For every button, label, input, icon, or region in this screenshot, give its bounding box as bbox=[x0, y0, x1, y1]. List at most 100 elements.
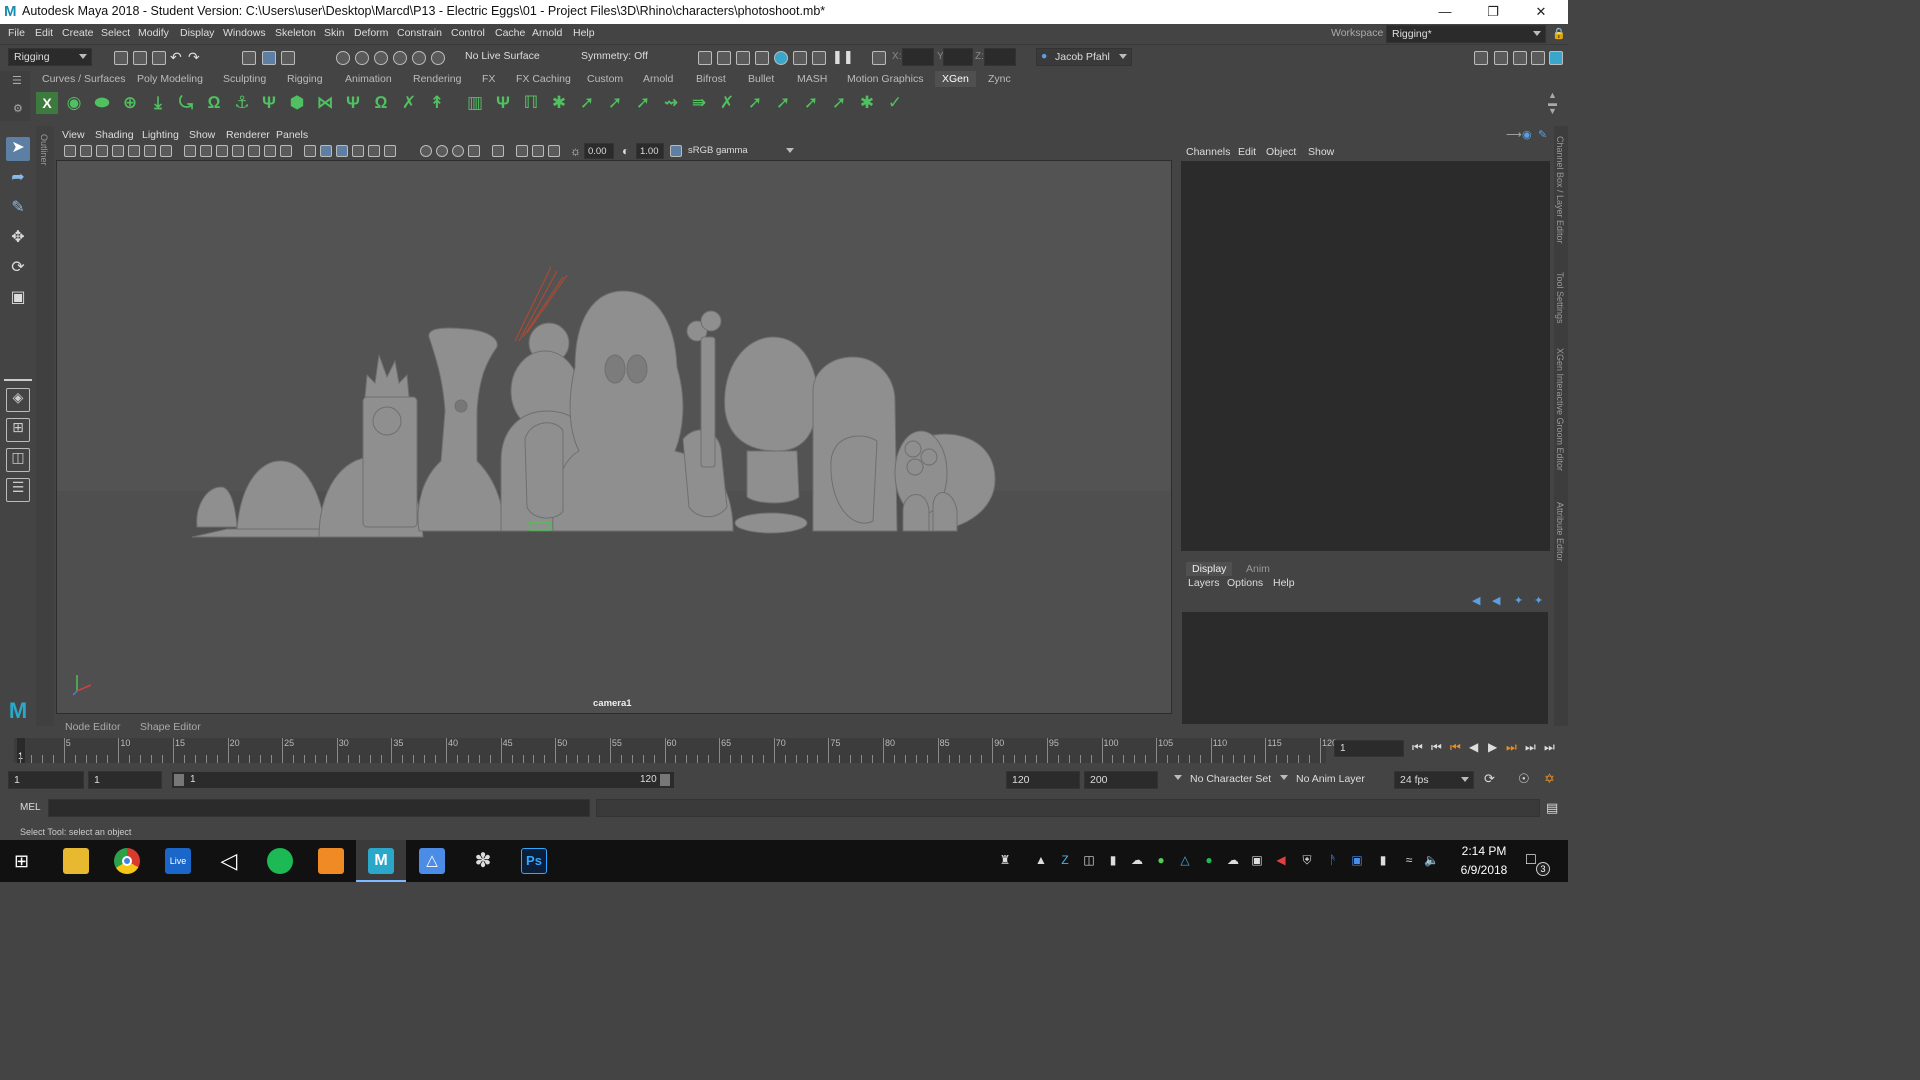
blender-icon[interactable] bbox=[318, 848, 344, 874]
channel-box-toggle-icon[interactable] bbox=[1549, 51, 1563, 65]
lock-icon[interactable]: 🔒 bbox=[1552, 27, 1566, 40]
arnold-render-icon[interactable] bbox=[793, 51, 807, 65]
create-groom-icon[interactable]: Ψ bbox=[492, 92, 514, 114]
workspace-dropdown[interactable]: Rigging* bbox=[1386, 25, 1546, 43]
animation-end-field[interactable]: 200 bbox=[1084, 771, 1158, 789]
app-tray-icon[interactable]: ▣ bbox=[1350, 853, 1364, 867]
viewport-menu-renderer[interactable]: Renderer bbox=[226, 129, 270, 141]
grab-brush-icon[interactable]: ➚ bbox=[576, 92, 598, 114]
pause-icon[interactable]: ❚❚ bbox=[832, 49, 854, 65]
channels-show-menu[interactable]: Show bbox=[1308, 146, 1334, 158]
bookmarks-icon[interactable] bbox=[96, 145, 108, 157]
2d-pan-zoom-icon[interactable] bbox=[144, 145, 156, 157]
sculpt-brush-icon[interactable]: ✱ bbox=[856, 92, 878, 114]
channels-edit-menu[interactable]: Edit bbox=[1238, 146, 1256, 158]
action-center-icon[interactable]: □ bbox=[1526, 851, 1536, 869]
zbrush-tray-icon[interactable]: Z bbox=[1058, 853, 1072, 867]
move-tool-icon[interactable]: ✥ bbox=[6, 227, 30, 251]
render-current-icon[interactable] bbox=[717, 51, 731, 65]
viewport-menu-panels[interactable]: Panels bbox=[276, 129, 308, 141]
range-start-handle[interactable] bbox=[174, 774, 184, 786]
y-field[interactable] bbox=[943, 48, 973, 66]
channel-list[interactable] bbox=[1181, 161, 1550, 551]
menu-select[interactable]: Select bbox=[101, 27, 130, 39]
hypershade-icon[interactable] bbox=[774, 51, 788, 65]
insert-guide-icon[interactable]: ⤿ bbox=[175, 92, 197, 114]
interactive-groom-icon[interactable]: ▥ bbox=[464, 92, 486, 114]
xray-joints-icon[interactable] bbox=[532, 145, 544, 157]
shelf-tab-custom[interactable]: Custom bbox=[587, 73, 623, 85]
menuset-dropdown[interactable]: Rigging bbox=[8, 48, 92, 66]
cloud-tray-icon[interactable]: ☁ bbox=[1130, 853, 1144, 867]
field-chart-icon[interactable] bbox=[248, 145, 260, 157]
anim-layer-dropdown[interactable]: No Anim Layer bbox=[1276, 771, 1378, 789]
shape-editor-tab[interactable]: Shape Editor bbox=[140, 721, 201, 733]
live-surface-field[interactable]: No Live Surface bbox=[460, 48, 546, 66]
autodesk-tray-icon[interactable]: ▲ bbox=[1034, 853, 1048, 867]
select-hierarchy-icon[interactable] bbox=[242, 51, 256, 65]
character-set-dropdown[interactable]: No Character Set bbox=[1170, 771, 1282, 789]
file-explorer-icon[interactable] bbox=[63, 848, 89, 874]
layer-move-down-icon[interactable]: ◀ bbox=[1492, 594, 1500, 607]
wireframe-icon[interactable] bbox=[304, 145, 316, 157]
layer-tab-display[interactable]: Display bbox=[1186, 562, 1233, 576]
shelf-tab-bullet[interactable]: Bullet bbox=[748, 73, 774, 85]
xray-icon[interactable] bbox=[516, 145, 528, 157]
playback-start-field[interactable]: 1 bbox=[88, 771, 162, 789]
playback-end-field[interactable]: 120 bbox=[1006, 771, 1080, 789]
unity-icon[interactable]: ◁ bbox=[216, 848, 242, 874]
groom-guides-icon[interactable]: Ψ bbox=[258, 92, 280, 114]
snap-view-icon[interactable] bbox=[393, 51, 407, 65]
attract-brush-icon[interactable]: ➚ bbox=[828, 92, 850, 114]
shelf-menu-icon[interactable]: ☰ bbox=[12, 74, 22, 87]
script-editor-icon[interactable]: ▤ bbox=[1546, 800, 1558, 816]
spotify-tray-icon[interactable]: ● bbox=[1202, 853, 1216, 867]
open-scene-icon[interactable] bbox=[133, 51, 147, 65]
shelf-tab-rendering[interactable]: Rendering bbox=[413, 73, 461, 85]
range-end-handle[interactable] bbox=[660, 774, 670, 786]
outliner-collapsed[interactable]: Outliner bbox=[36, 126, 54, 726]
four-view-layout-icon[interactable]: ⊞ bbox=[6, 418, 30, 442]
menu-cache[interactable]: Cache bbox=[495, 27, 525, 39]
camera-attributes-icon[interactable] bbox=[80, 145, 92, 157]
layers-menu[interactable]: Layers bbox=[1188, 577, 1220, 589]
single-perspective-layout-icon[interactable]: ◈ bbox=[6, 388, 30, 412]
mel-input[interactable] bbox=[48, 799, 590, 817]
symmetry-dropdown[interactable]: Symmetry: Off bbox=[576, 48, 656, 66]
snap-live-icon[interactable] bbox=[431, 51, 445, 65]
menu-control[interactable]: Control bbox=[451, 27, 485, 39]
tool-settings-toggle-icon[interactable] bbox=[1531, 51, 1545, 65]
add-guide-icon[interactable]: ⊕ bbox=[119, 92, 141, 114]
gate-mask-icon[interactable] bbox=[232, 145, 244, 157]
safe-action-icon[interactable] bbox=[264, 145, 276, 157]
add-splines-icon[interactable]: ℿ bbox=[520, 92, 542, 114]
resolution-gate-icon[interactable] bbox=[216, 145, 228, 157]
use-all-lights-icon[interactable] bbox=[368, 145, 380, 157]
ipr-render-icon[interactable] bbox=[736, 51, 750, 65]
select-tool-icon[interactable]: ➤ bbox=[6, 137, 30, 161]
clump-brush-icon[interactable]: ⇝ bbox=[660, 92, 682, 114]
script-language-label[interactable]: MEL bbox=[20, 802, 41, 813]
smooth-shade-icon[interactable] bbox=[320, 145, 332, 157]
rotate-tool-icon[interactable]: ⟳ bbox=[6, 257, 30, 281]
channel-box-icon-b[interactable]: ◉ bbox=[1522, 128, 1532, 141]
film-gate-icon[interactable] bbox=[200, 145, 212, 157]
colorspace-dropdown[interactable]: sRGB gamma bbox=[684, 143, 798, 159]
viewport-menu-view[interactable]: View bbox=[62, 129, 85, 141]
lasso-tool-icon[interactable]: ➦ bbox=[6, 167, 30, 191]
anti-aliasing-icon[interactable] bbox=[452, 145, 464, 157]
undo-icon[interactable]: ↶ bbox=[170, 49, 182, 66]
length-brush-icon[interactable]: ✱ bbox=[548, 92, 570, 114]
bake-guides-icon[interactable]: ⋈ bbox=[314, 92, 336, 114]
menu-help[interactable]: Help bbox=[573, 27, 595, 39]
viewport-menu-show[interactable]: Show bbox=[189, 129, 215, 141]
usb-tray-icon[interactable]: ▮ bbox=[1106, 853, 1120, 867]
side-tab-xgen-groom[interactable]: XGen Interactive Groom Editor bbox=[1555, 348, 1565, 471]
channel-box-icon-c[interactable]: ✎ bbox=[1538, 128, 1547, 141]
start-icon[interactable]: ⊞ bbox=[14, 852, 29, 870]
perspective-viewport[interactable]: camera1 bbox=[56, 160, 1172, 714]
redo-icon[interactable]: ↷ bbox=[188, 49, 200, 66]
camera-lock-icon[interactable] bbox=[160, 145, 172, 157]
security-tray-icon[interactable]: ⛨ bbox=[1300, 853, 1314, 867]
loop-icon[interactable]: ⟳ bbox=[1484, 771, 1495, 787]
